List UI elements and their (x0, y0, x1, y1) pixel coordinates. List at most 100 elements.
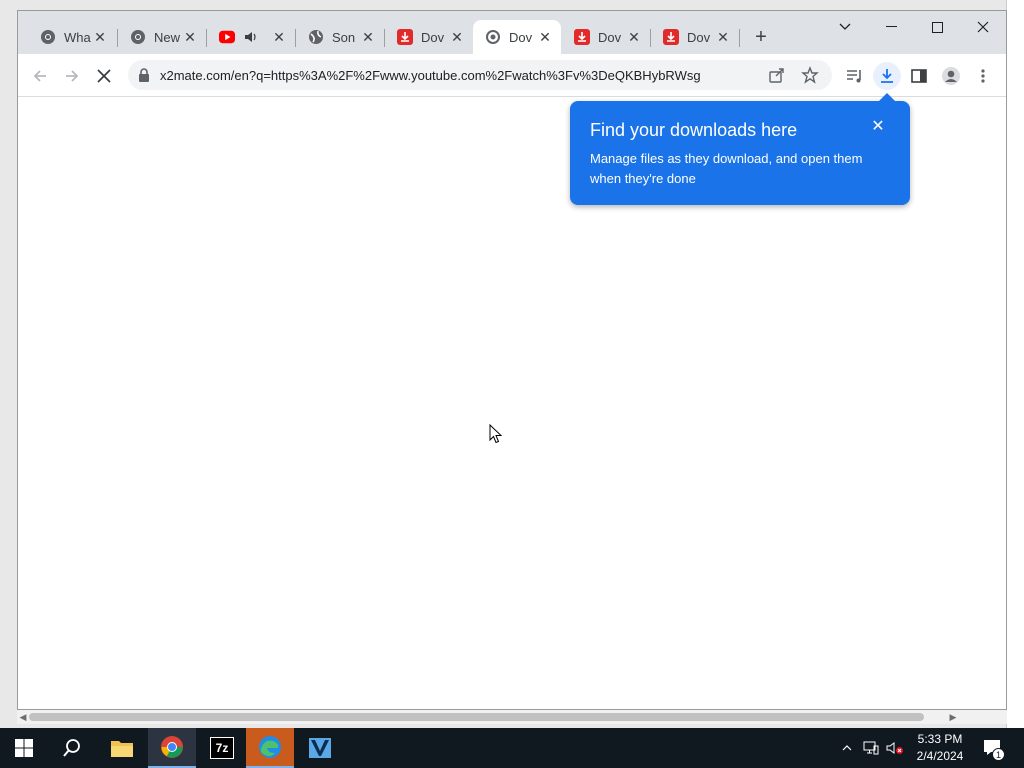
tab-1[interactable]: Wha ✕ (28, 20, 116, 54)
close-tab-icon[interactable]: ✕ (537, 29, 553, 45)
tab-label: Son (332, 29, 356, 45)
search-icon (63, 739, 80, 757)
close-window-button[interactable] (960, 13, 1006, 41)
close-tab-icon[interactable]: ✕ (92, 29, 108, 45)
folder-icon (111, 741, 133, 757)
close-icon[interactable]: ✕ (870, 119, 886, 135)
lock-icon[interactable] (138, 68, 150, 82)
close-icon (977, 21, 989, 33)
tab-label: Dov (421, 29, 445, 45)
search-button[interactable] (48, 728, 96, 768)
network-icon (863, 741, 879, 755)
close-tab-icon[interactable]: ✕ (626, 29, 642, 45)
chrome-icon (130, 29, 146, 45)
network-button[interactable] (860, 728, 882, 768)
forward-button[interactable] (58, 62, 86, 90)
tab-label: Dov (509, 29, 533, 45)
tab-3[interactable]: ✕ (207, 20, 295, 54)
maximize-button[interactable] (914, 13, 960, 41)
chevron-up-icon (842, 745, 852, 751)
side-panel-button[interactable] (905, 62, 933, 90)
close-tab-icon[interactable]: ✕ (449, 29, 465, 45)
show-hidden-icons-button[interactable] (838, 728, 856, 768)
chrome-icon (161, 736, 183, 758)
horizontal-scrollbar[interactable]: ◀ ▶ (17, 710, 1007, 724)
volume-muted-icon (886, 742, 903, 754)
menu-button[interactable] (969, 62, 997, 90)
7zip-button[interactable]: 7z (198, 728, 246, 768)
tab-separator (739, 29, 740, 47)
chevron-down-icon (839, 23, 851, 30)
profile-button[interactable] (937, 62, 965, 90)
tab-search-button[interactable] (822, 13, 868, 41)
edge-button[interactable] (246, 728, 294, 768)
tab-6-active[interactable]: Dov ✕ (473, 20, 561, 54)
media-controls-button[interactable] (841, 62, 869, 90)
clock-time: 5:33 PM (917, 732, 963, 746)
tab-7[interactable]: Dov ✕ (562, 20, 650, 54)
file-explorer-button[interactable] (98, 728, 146, 768)
tab-label: Wha (64, 29, 91, 45)
action-center-button[interactable]: 1 (980, 728, 1006, 768)
bubble-title: Find your downloads here (590, 120, 798, 140)
address-bar[interactable]: x2mate.com/en?q=https%3A%2F%2Fwww.youtub… (128, 60, 832, 90)
desktop-edge (1006, 0, 1024, 728)
minimize-button[interactable] (868, 13, 914, 41)
download-site-icon (663, 29, 679, 45)
notification-badge: 1 (992, 748, 1005, 761)
loading-icon (485, 29, 501, 45)
tab-2[interactable]: New ✕ (118, 20, 206, 54)
close-icon (97, 69, 111, 83)
scrollbar-thumb[interactable] (29, 713, 924, 721)
close-tab-icon[interactable]: ✕ (182, 29, 198, 45)
windows-taskbar: 7z 5:33 PM 2/4/2024 1 (0, 728, 1024, 768)
chrome-taskbar-button[interactable] (148, 728, 196, 768)
7zip-label: 7z (215, 741, 229, 755)
tab-5[interactable]: Dov ✕ (385, 20, 473, 54)
share-icon[interactable] (768, 66, 786, 89)
speaker-icon[interactable] (243, 29, 259, 45)
scroll-right-icon[interactable]: ▶ (947, 711, 959, 723)
tab-8[interactable]: Dov ✕ (651, 20, 739, 54)
tab-label: Dov (687, 29, 711, 45)
download-site-icon (397, 29, 413, 45)
tab-strip: Wha ✕ New ✕ ✕ Son ✕ Dov ✕ Dov ✕ Dov ✕ Do… (18, 11, 1006, 54)
close-tab-icon[interactable]: ✕ (271, 29, 287, 45)
volume-button[interactable] (884, 728, 906, 768)
browser-window: Wha ✕ New ✕ ✕ Son ✕ Dov ✕ Dov ✕ Dov ✕ Do… (17, 10, 1007, 710)
bubble-body: Manage files as they download, and open … (590, 151, 863, 186)
tab-label: Dov (598, 29, 622, 45)
7zip-icon: 7z (210, 737, 234, 759)
arrow-right-icon (66, 70, 79, 82)
avatar-icon (942, 67, 960, 85)
side-panel-icon (911, 69, 927, 83)
arrow-left-icon (33, 70, 46, 82)
start-button[interactable] (0, 728, 48, 768)
browser-toolbar: x2mate.com/en?q=https%3A%2F%2Fwww.youtub… (18, 54, 1006, 97)
chrome-icon (40, 29, 56, 45)
back-button[interactable] (26, 62, 54, 90)
kebab-menu-icon (981, 69, 985, 83)
close-tab-icon[interactable]: ✕ (360, 29, 376, 45)
video-editor-button[interactable] (296, 728, 344, 768)
url-text[interactable]: x2mate.com/en?q=https%3A%2F%2Fwww.youtub… (160, 68, 750, 83)
downloads-button[interactable] (873, 62, 901, 90)
download-site-icon (574, 29, 590, 45)
stop-loading-button[interactable] (90, 62, 118, 90)
download-icon (881, 69, 893, 83)
windows-logo-icon (15, 739, 33, 757)
system-clock[interactable]: 5:33 PM 2/4/2024 (905, 731, 975, 765)
video-editor-icon (309, 738, 331, 758)
maximize-icon (931, 21, 943, 33)
bookmark-star-icon[interactable] (801, 66, 819, 89)
mouse-cursor-icon (489, 423, 503, 449)
minimize-icon (885, 26, 897, 27)
scroll-left-icon[interactable]: ◀ (17, 711, 29, 723)
youtube-icon (219, 29, 235, 45)
downloads-promo-bubble: Find your downloads here Manage files as… (570, 93, 910, 205)
new-tab-button[interactable]: + (749, 25, 773, 49)
tab-4[interactable]: Son ✕ (296, 20, 384, 54)
edge-icon (259, 736, 281, 758)
close-tab-icon[interactable]: ✕ (715, 29, 731, 45)
playlist-music-icon (847, 70, 861, 83)
